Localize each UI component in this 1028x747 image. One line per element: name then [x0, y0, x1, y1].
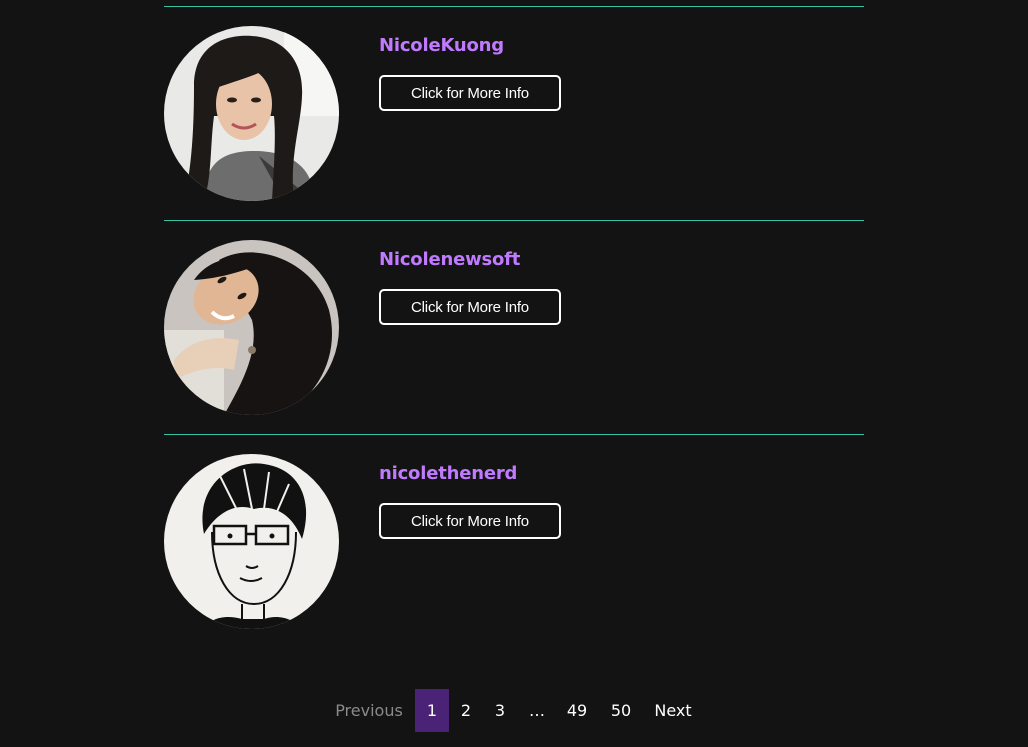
member-list: NicoleKuong Click for More Info Nicolene… — [164, 6, 864, 648]
list-item: NicoleKuong Click for More Info — [164, 6, 864, 220]
user-drawing-icon — [164, 454, 339, 629]
list-item: nicolethenerd Click for More Info — [164, 434, 864, 648]
username[interactable]: nicolethenerd — [379, 463, 517, 484]
pagination-ellipsis: … — [529, 701, 545, 720]
user-photo-icon — [164, 240, 339, 415]
previous-page-button[interactable]: Previous — [332, 689, 406, 732]
page-2-button[interactable]: 2 — [452, 689, 480, 732]
avatar[interactable] — [164, 26, 339, 201]
more-info-button[interactable]: Click for More Info — [379, 75, 561, 111]
page-3-button[interactable]: 3 — [486, 689, 514, 732]
username[interactable]: Nicolenewsoft — [379, 249, 520, 270]
username[interactable]: NicoleKuong — [379, 35, 504, 56]
page-50-button[interactable]: 50 — [604, 689, 638, 732]
member-directory-page: NicoleKuong Click for More Info Nicolene… — [0, 0, 1028, 747]
next-page-button[interactable]: Next — [650, 689, 696, 732]
user-photo-icon — [164, 26, 339, 201]
more-info-button[interactable]: Click for More Info — [379, 503, 561, 539]
page-49-button[interactable]: 49 — [560, 689, 594, 732]
more-info-button[interactable]: Click for More Info — [379, 289, 561, 325]
page-1-button[interactable]: 1 — [415, 689, 449, 732]
pagination: Previous 1 2 3 … 49 50 Next — [0, 689, 1028, 732]
avatar[interactable] — [164, 240, 339, 415]
avatar[interactable] — [164, 454, 339, 629]
list-item: Nicolenewsoft Click for More Info — [164, 220, 864, 434]
